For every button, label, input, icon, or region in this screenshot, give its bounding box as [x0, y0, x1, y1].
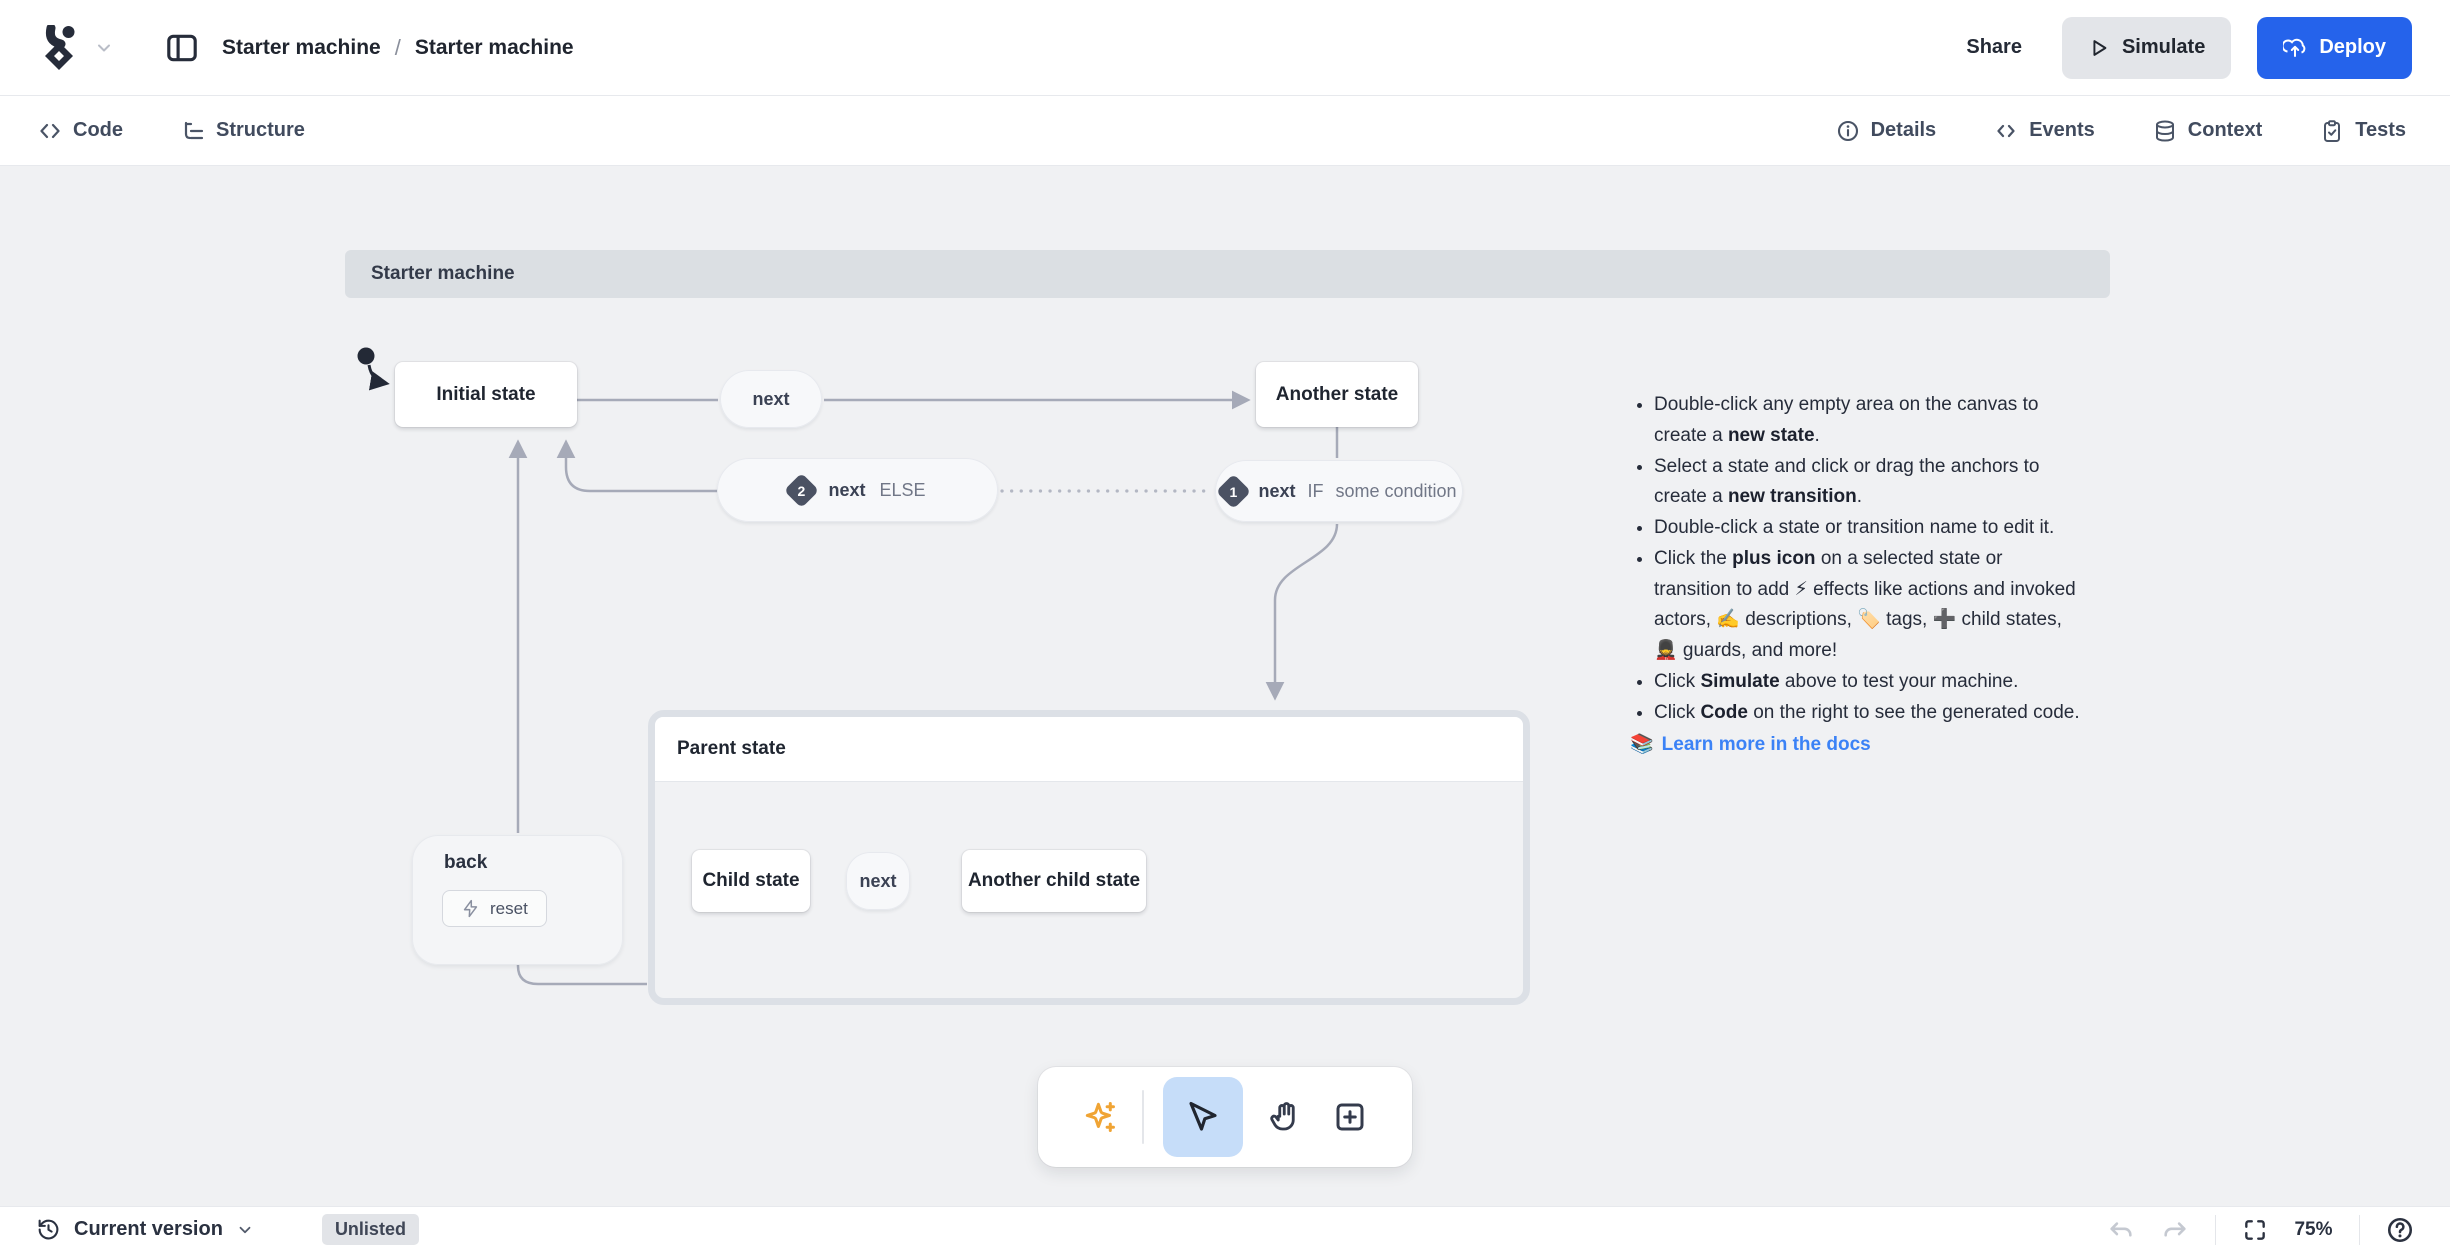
machine-title-bar[interactable]: Starter machine [345, 250, 2110, 298]
status-bar: Current version Unlisted 75% [0, 1206, 2450, 1252]
transition-guard: ELSE [879, 479, 926, 500]
hand-icon [1270, 1102, 1295, 1131]
plus-square-icon [1336, 1103, 1364, 1131]
state-initial-state[interactable]: Initial state [395, 362, 577, 427]
database-icon [2155, 120, 2174, 142]
transition-label: next [859, 870, 897, 891]
help-button[interactable] [2386, 1216, 2414, 1244]
cursor-icon [1189, 1101, 1217, 1131]
state-child-state[interactable]: Child state [692, 850, 810, 912]
state-label: Child state [702, 870, 800, 891]
help-circle-icon [2387, 1217, 2413, 1242]
tab-tests[interactable]: Tests [2320, 119, 2406, 143]
guard-keyword: IF [1307, 480, 1324, 501]
canvas-tips-list: Double-click any empty area on the canva… [1630, 390, 2082, 728]
deploy-button[interactable]: Deploy [2257, 16, 2412, 79]
machine-title: Starter machine [371, 263, 515, 284]
fit-view-button[interactable] [2242, 1217, 2268, 1243]
version-label: Current version [74, 1218, 223, 1240]
visibility-badge: Unlisted [321, 1214, 419, 1245]
simulate-button[interactable]: Simulate [2061, 16, 2232, 79]
chevron-down-icon [98, 44, 110, 51]
undo-button[interactable] [2107, 1216, 2135, 1244]
state-label: Parent state [677, 738, 786, 759]
transition-next-if[interactable]: 1 next IF some condition [1215, 460, 1463, 522]
add-state-tool[interactable] [1327, 1094, 1373, 1140]
action-reset[interactable]: reset [442, 890, 547, 927]
guard-condition: some condition [1335, 480, 1457, 501]
tip-item: Click the plus icon on a selected state … [1654, 544, 2082, 667]
machine-canvas[interactable]: Starter machine Initial state next Anoth… [0, 166, 2450, 1206]
transition-event: next [1258, 480, 1296, 501]
breadcrumb-project[interactable]: Starter machine [222, 36, 381, 60]
canvas-tips: Double-click any empty area on the canva… [1630, 390, 2082, 761]
transition-back[interactable]: back reset [412, 835, 623, 965]
transition-event: back [444, 852, 488, 873]
panel-left-icon [167, 34, 197, 61]
pan-tool[interactable] [1262, 1094, 1308, 1140]
state-another-state[interactable]: Another state [1256, 362, 1418, 427]
transition-order-badge: 2 [784, 472, 820, 508]
breadcrumb-separator: / [394, 34, 401, 60]
view-menu-bar: Code Structure Details Events Context Te… [0, 96, 2450, 166]
select-tool[interactable] [1163, 1077, 1243, 1157]
tip-item: Click Code on the right to see the gener… [1654, 698, 2082, 729]
clipboard-check-icon [2324, 119, 2341, 142]
docs-link[interactable]: Learn more in the docs [1662, 730, 1871, 761]
redo-icon [2164, 1221, 2186, 1237]
tab-structure[interactable]: Structure [181, 119, 305, 143]
statusbar-divider [2358, 1214, 2360, 1245]
chevron-down-icon [239, 1226, 251, 1233]
stately-logo-menu[interactable] [38, 24, 114, 71]
state-label: Another child state [967, 870, 1141, 891]
history-icon [38, 1219, 59, 1240]
canvas-tool-palette [1038, 1067, 1412, 1167]
parent-state-header[interactable]: Parent state [655, 717, 1523, 781]
books-emoji-icon: 📚 [1630, 734, 1654, 756]
share-button[interactable]: Share [1952, 26, 2036, 69]
tip-item: Click Simulate above to test your machin… [1654, 667, 2082, 698]
undo-icon [2110, 1221, 2132, 1237]
cloud-upload-icon [2283, 38, 2306, 57]
sparkles-icon [1085, 1102, 1115, 1132]
breadcrumb: Starter machine / Starter machine [222, 35, 574, 61]
top-bar: Starter machine / Starter machine Share … [0, 0, 2450, 96]
state-label: Another state [1275, 383, 1399, 405]
initial-state-marker [357, 347, 390, 391]
state-another-child-state[interactable]: Another child state [962, 850, 1146, 912]
toggle-sidebar-button[interactable] [164, 30, 200, 66]
transition-child-next[interactable]: next [846, 852, 910, 910]
transition-label: next [752, 388, 790, 409]
tip-item: Select a state and click or drag the anc… [1654, 452, 2082, 514]
state-parent-state[interactable]: Parent state Child state next Another ch… [648, 710, 1530, 1005]
transition-event: next [828, 479, 866, 500]
tip-item: Double-click any empty area on the canva… [1654, 390, 2082, 452]
zap-icon [463, 899, 478, 918]
tab-details[interactable]: Details [1836, 119, 1936, 143]
breadcrumb-machine[interactable]: Starter machine [415, 36, 574, 60]
tab-events[interactable]: Events [1994, 119, 2095, 143]
statusbar-divider [2214, 1214, 2217, 1245]
tab-context[interactable]: Context [2153, 119, 2262, 143]
tip-item: Double-click a state or transition name … [1654, 513, 2082, 544]
tab-code[interactable]: Code [38, 119, 123, 143]
version-switcher[interactable]: Current version [36, 1217, 254, 1242]
state-label: Initial state [436, 383, 536, 405]
code-icon [40, 123, 60, 138]
ai-sparkles-tool[interactable] [1077, 1094, 1123, 1140]
code-icon [1997, 124, 2015, 137]
fit-view-icon [2245, 1219, 2266, 1240]
info-icon [1837, 120, 1858, 141]
zoom-level[interactable]: 75% [2294, 1219, 2332, 1241]
stately-logo-icon [45, 24, 75, 70]
play-icon [2093, 39, 2107, 56]
transition-order-badge: 1 [1216, 473, 1252, 509]
toolbar-divider [1142, 1090, 1144, 1144]
transition-edges [357, 347, 1339, 986]
transition-next[interactable]: next [720, 370, 822, 428]
list-tree-icon [184, 121, 204, 139]
redo-button[interactable] [2161, 1216, 2189, 1244]
transition-next-else[interactable]: 2 next ELSE [717, 458, 998, 522]
